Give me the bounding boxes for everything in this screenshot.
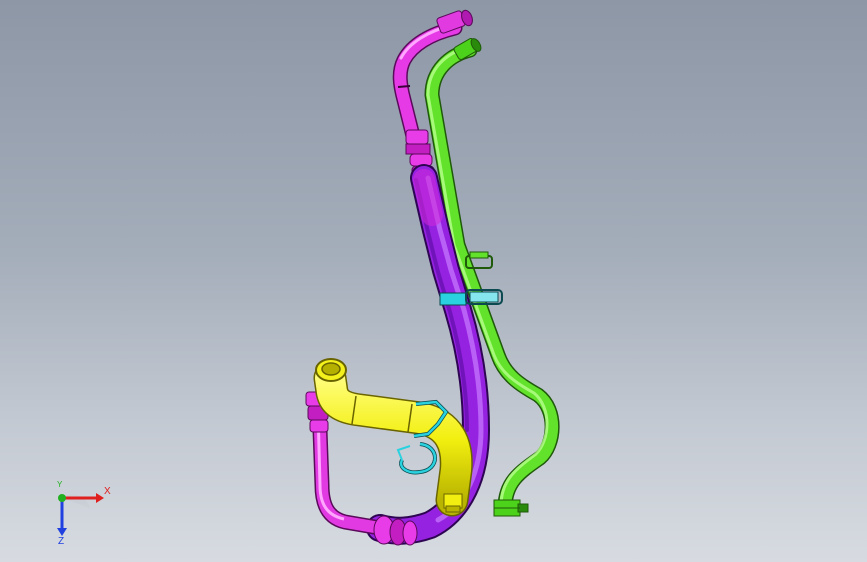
coordinate-triad: X Y Z bbox=[40, 480, 120, 550]
y-axis-label: Y bbox=[57, 480, 63, 489]
pipe-assembly-model[interactable] bbox=[0, 0, 867, 562]
green-pipe-bottom-fitting bbox=[493, 499, 529, 517]
yellow-pipe[interactable] bbox=[313, 358, 473, 517]
3d-viewport[interactable]: X Y Z bbox=[0, 0, 867, 562]
x-axis-label: X bbox=[104, 486, 111, 497]
z-axis-label: Z bbox=[58, 536, 65, 547]
